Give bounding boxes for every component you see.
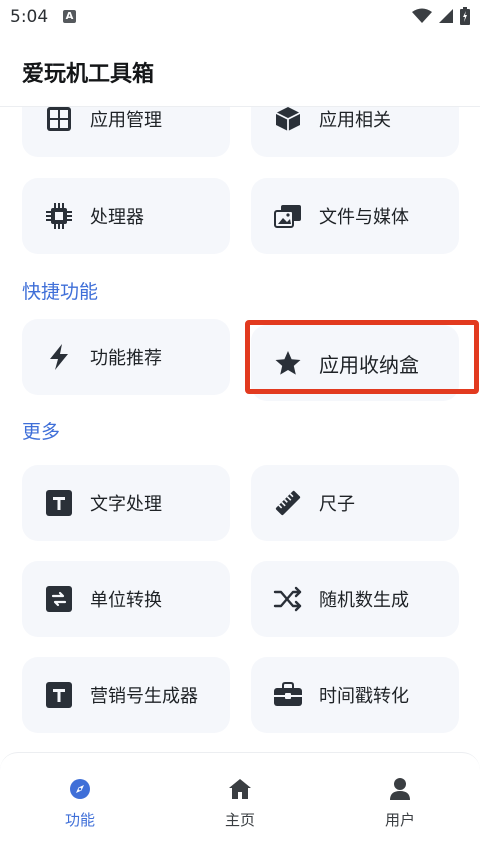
tool-label: 应用管理 [90,110,162,131]
tool-label: 随机数生成 [319,590,409,611]
user-icon [388,777,412,801]
nav-item-user[interactable]: 用户 [320,753,480,853]
bottom-nav: 功能 主页 用户 [0,752,480,853]
chip-icon [44,201,74,231]
tool-app-management[interactable]: 应用管理 [22,107,230,157]
tool-feature-recommend[interactable]: 功能推荐 [22,319,230,395]
tool-label: 尺子 [319,494,355,515]
status-bar: 5:04 A [0,0,480,34]
text-t-icon [44,680,74,710]
tool-marketing-generator[interactable]: 营销号生成器 [22,657,230,733]
tool-label: 时间戳转化 [319,686,409,707]
toolbox-icon [273,680,303,710]
section-title-more: 更多 [22,421,61,443]
shuffle-icon [273,584,303,614]
photos-icon [273,201,303,231]
grid-icon [44,107,74,134]
tool-label: 营销号生成器 [90,686,198,707]
tool-text-processing[interactable]: 文字处理 [22,465,230,541]
signal-icon [439,9,453,23]
tool-label: 文字处理 [90,494,162,515]
app-title: 爱玩机工具箱 [22,62,155,87]
nav-label: 用户 [384,811,415,829]
tool-label: 文件与媒体 [319,207,409,228]
battery-icon [460,7,470,25]
compass-icon [68,777,92,801]
nav-label: 主页 [224,811,255,829]
nav-label: 功能 [64,811,95,829]
tool-label: 应用相关 [319,110,391,131]
tool-unit-conversion[interactable]: 单位转换 [22,561,230,637]
tool-label: 单位转换 [90,590,162,611]
tool-processor[interactable]: 处理器 [22,178,230,254]
app-bar: 爱玩机工具箱 [0,34,480,107]
tool-ruler[interactable]: 尺子 [251,465,459,541]
status-time: 5:04 [10,7,49,27]
lightning-icon [44,342,74,372]
text-t-icon [44,488,74,518]
tool-label: 功能推荐 [90,348,162,369]
wifi-icon [412,8,432,23]
swap-icon [44,584,74,614]
home-icon [228,777,252,801]
tool-app-related[interactable]: 应用相关 [251,107,459,157]
nav-item-features[interactable]: 功能 [0,753,160,853]
highlight-box [245,320,479,394]
ruler-icon [273,488,303,518]
nav-item-home[interactable]: 主页 [160,753,320,853]
cube-icon [273,107,303,134]
section-title-quick: 快捷功能 [22,281,99,303]
tool-files-media[interactable]: 文件与媒体 [251,178,459,254]
tool-random-number[interactable]: 随机数生成 [251,561,459,637]
tool-timestamp-convert[interactable]: 时间戳转化 [251,657,459,733]
tools-scroll-area[interactable]: 应用管理 应用相关 处理器 文件与媒体 快捷功能 功能推荐 应用收纳盒 更多 文… [0,107,480,752]
status-icons [412,7,470,25]
tool-label: 处理器 [90,207,144,228]
notification-a-icon: A [63,10,76,23]
